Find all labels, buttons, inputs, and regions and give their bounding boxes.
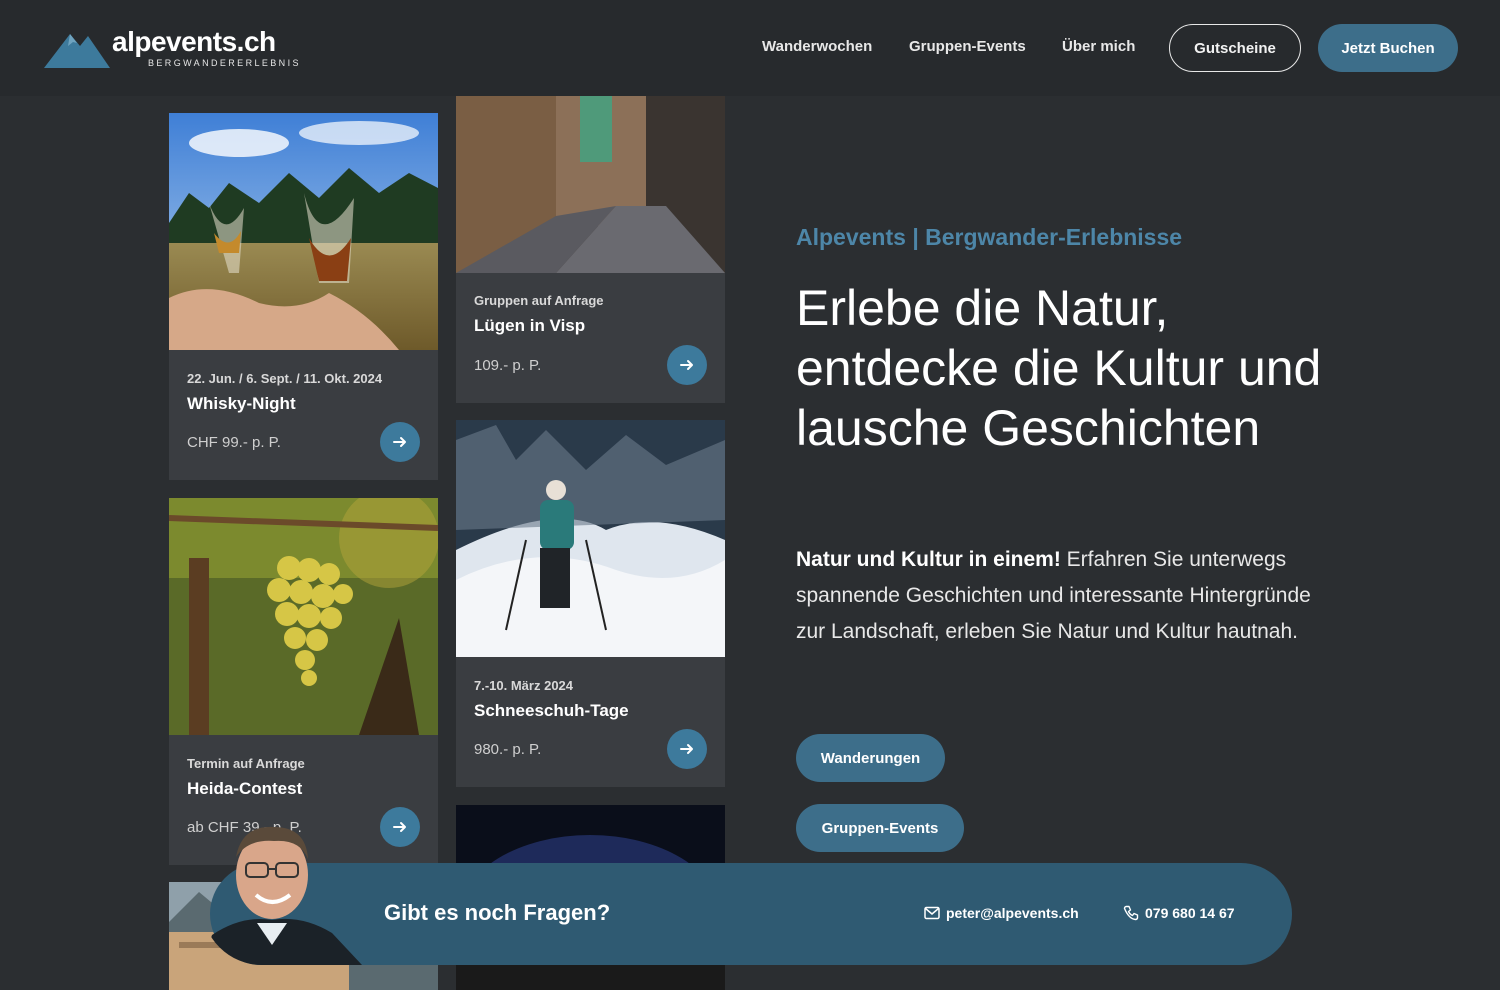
arrow-right-icon [680,744,693,754]
card-date: 7.-10. März 2024 [474,678,574,693]
card-image-whisky [169,113,438,350]
card-image-snowshoe [456,420,725,657]
contact-phone-link[interactable]: 079 680 14 67 [1123,905,1235,921]
avatar [202,815,362,965]
group-events-button[interactable]: Gruppen-Events [796,804,964,852]
site-header: alpevents.ch BERGWANDERERLEBNIS Wanderwo… [0,0,1500,96]
phone-icon [1123,905,1139,921]
contact-phone: 079 680 14 67 [1145,905,1235,921]
nav-item-gruppen-events[interactable]: Gruppen-Events [909,38,1026,55]
card-title[interactable]: Lügen in Visp [474,316,585,336]
hikes-button[interactable]: Wanderungen [796,734,945,782]
card-image-alley [456,96,725,273]
card-date: Termin auf Anfrage [187,756,305,771]
main-nav: Wanderwochen Gruppen-Events Über mich Gu… [0,24,1500,72]
arrow-right-icon [393,437,406,447]
contact-bar: Gibt es noch Fragen? peter@alpevents.ch … [210,863,1292,965]
hero-eyebrow: Alpevents | Bergwander-Erlebnisse [796,224,1183,250]
card-price: CHF 99.- p. P. [187,434,281,451]
nav-item-wanderwochen[interactable]: Wanderwochen [762,38,872,55]
card-date: 22. Jun. / 6. Sept. / 11. Okt. 2024 [187,371,383,386]
book-now-button[interactable]: Jetzt Buchen [1318,24,1458,72]
hero-intro-bold: Natur und Kultur in einem! [796,548,1061,571]
card-arrow-button[interactable] [667,345,707,385]
contact-email-link[interactable]: peter@alpevents.ch [924,905,1079,921]
event-card-whisky-night[interactable]: 22. Jun. / 6. Sept. / 11. Okt. 2024 Whis… [169,113,438,480]
card-price: 980.- p. P. [474,741,542,758]
arrow-right-icon [680,360,693,370]
contact-email: peter@alpevents.ch [946,905,1079,921]
card-title[interactable]: Whisky-Night [187,394,296,414]
card-title[interactable]: Schneeschuh-Tage [474,701,629,721]
hero-headline: Erlebe die Natur, entdecke die Kultur un… [796,280,1322,456]
card-date: Gruppen auf Anfrage [474,293,604,308]
event-card-luegen-in-visp[interactable]: Gruppen auf Anfrage Lügen in Visp 109.- … [456,96,725,403]
card-title[interactable]: Heida-Contest [187,779,302,799]
event-card-schneeschuh-tage[interactable]: 7.-10. März 2024 Schneeschuh-Tage 980.- … [456,420,725,787]
vouchers-button[interactable]: Gutscheine [1169,24,1301,72]
mail-icon [924,906,940,920]
card-arrow-button[interactable] [380,422,420,462]
nav-item-ueber-mich[interactable]: Über mich [1062,38,1135,55]
arrow-right-icon [393,822,406,832]
card-price: 109.- p. P. [474,357,542,374]
card-arrow-button[interactable] [667,729,707,769]
card-arrow-button[interactable] [380,807,420,847]
contact-question: Gibt es noch Fragen? [384,900,611,925]
card-image-grapes [169,498,438,735]
hero-intro: Natur und Kultur in einem! Erfahren Sie … [796,542,1336,650]
event-card-heida-contest[interactable]: Termin auf Anfrage Heida-Contest ab CHF … [169,498,438,865]
